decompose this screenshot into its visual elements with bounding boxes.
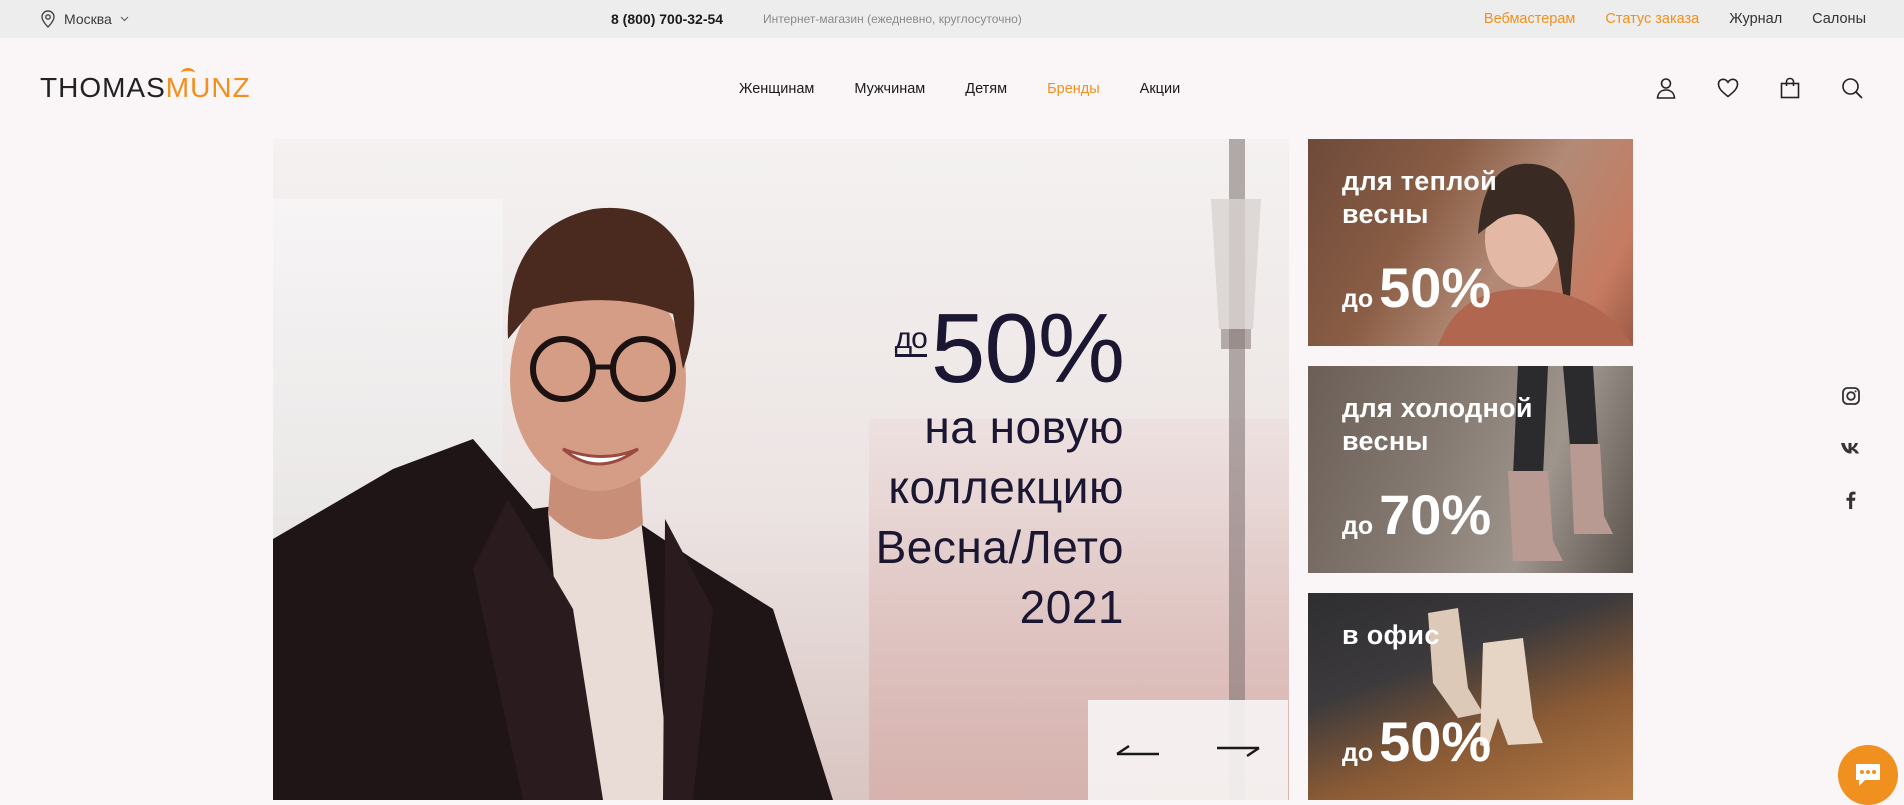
hero-line: на новую: [924, 401, 1124, 453]
city-label: Москва: [64, 11, 112, 27]
user-icon[interactable]: [1654, 76, 1678, 100]
header-icons: [1654, 76, 1864, 100]
hero-discount: до 50%: [876, 293, 1125, 403]
phone-note: Интернет-магазин (ежедневно, круглосуточ…: [763, 12, 1022, 26]
hero-text: до 50% на новую коллекцию Весна/Лето 202…: [875, 293, 1125, 637]
logo[interactable]: THOMAS MUNZ: [40, 68, 251, 106]
nav-kids[interactable]: Детям: [965, 81, 1007, 97]
promo-title-line: для теплой: [1342, 166, 1497, 196]
chevron-down-icon: [120, 16, 129, 22]
chat-bubble-icon: [1856, 764, 1880, 786]
promo-value: до 70%: [1342, 487, 1491, 543]
promo-office[interactable]: в офис до 50%: [1308, 593, 1633, 800]
hero-line: 2021: [1019, 581, 1124, 633]
promo-title-line: весны: [1342, 426, 1429, 456]
vk-icon[interactable]: [1840, 437, 1862, 459]
hero-line: коллекцию: [888, 461, 1124, 513]
promo-title: для холодной весны: [1342, 392, 1533, 458]
logo-part1: THOMAS: [40, 72, 166, 103]
location-pin-icon: [41, 10, 55, 28]
search-icon[interactable]: [1840, 76, 1864, 100]
promo-prefix: до: [1342, 285, 1374, 313]
hero-model-image: [273, 207, 833, 800]
heart-icon[interactable]: [1716, 76, 1740, 100]
nav-sales[interactable]: Акции: [1140, 81, 1181, 97]
nav-men[interactable]: Мужчинам: [854, 81, 925, 97]
slider-next-button[interactable]: [1188, 700, 1288, 800]
hero-banner[interactable]: до 50% на новую коллекцию Весна/Лето 202…: [273, 139, 1289, 800]
arrow-left-icon: [1116, 744, 1159, 756]
promo-title: для теплой весны: [1342, 165, 1497, 231]
link-salons[interactable]: Салоны: [1812, 11, 1866, 27]
chat-button[interactable]: [1838, 745, 1898, 805]
top-links: Вебмастерам Статус заказа Журнал Салоны: [1484, 0, 1866, 38]
promo-prefix: до: [1342, 739, 1374, 767]
logo-part2: MUNZ: [165, 68, 251, 103]
promo-title: в офис: [1342, 619, 1440, 652]
promo-value: до 50%: [1342, 714, 1491, 770]
promo-warm-spring[interactable]: для теплой весны до 50%: [1308, 139, 1633, 346]
social-links: [1840, 385, 1862, 511]
promo-prefix: до: [1342, 512, 1374, 540]
nav-brands[interactable]: Бренды: [1047, 81, 1100, 97]
hero-line: Весна/Лето: [875, 521, 1124, 573]
link-journal[interactable]: Журнал: [1729, 11, 1782, 27]
phone-number[interactable]: 8 (800) 700-32-54: [611, 0, 723, 38]
top-bar: Москва 8 (800) 700-32-54 Интернет-магази…: [0, 0, 1904, 38]
promo-value: до 50%: [1342, 260, 1491, 316]
hero-slider-controls: [1088, 700, 1288, 800]
slider-prev-button[interactable]: [1088, 700, 1188, 800]
arrow-right-icon: [1217, 746, 1260, 758]
promo-percent: 70%: [1379, 483, 1492, 546]
link-webmasters[interactable]: Вебмастерам: [1484, 11, 1575, 27]
nav-women[interactable]: Женщинам: [739, 81, 814, 97]
city-selector[interactable]: Москва: [40, 0, 129, 38]
instagram-icon[interactable]: [1840, 385, 1862, 407]
link-order-status[interactable]: Статус заказа: [1605, 11, 1699, 27]
hero-prefix: до: [894, 322, 928, 357]
promo-title-line: в офис: [1342, 620, 1440, 650]
bag-icon[interactable]: [1778, 76, 1802, 100]
promo-title-line: для холодной: [1342, 393, 1533, 423]
promo-percent: 50%: [1379, 710, 1492, 773]
hero-percent: 50%: [930, 293, 1125, 403]
promo-cold-spring[interactable]: для холодной весны до 70%: [1308, 366, 1633, 573]
promo-percent: 50%: [1379, 256, 1492, 319]
promo-title-line: весны: [1342, 199, 1429, 229]
facebook-icon[interactable]: [1840, 489, 1862, 511]
main-nav: Женщинам Мужчинам Детям Бренды Акции: [739, 76, 1180, 102]
